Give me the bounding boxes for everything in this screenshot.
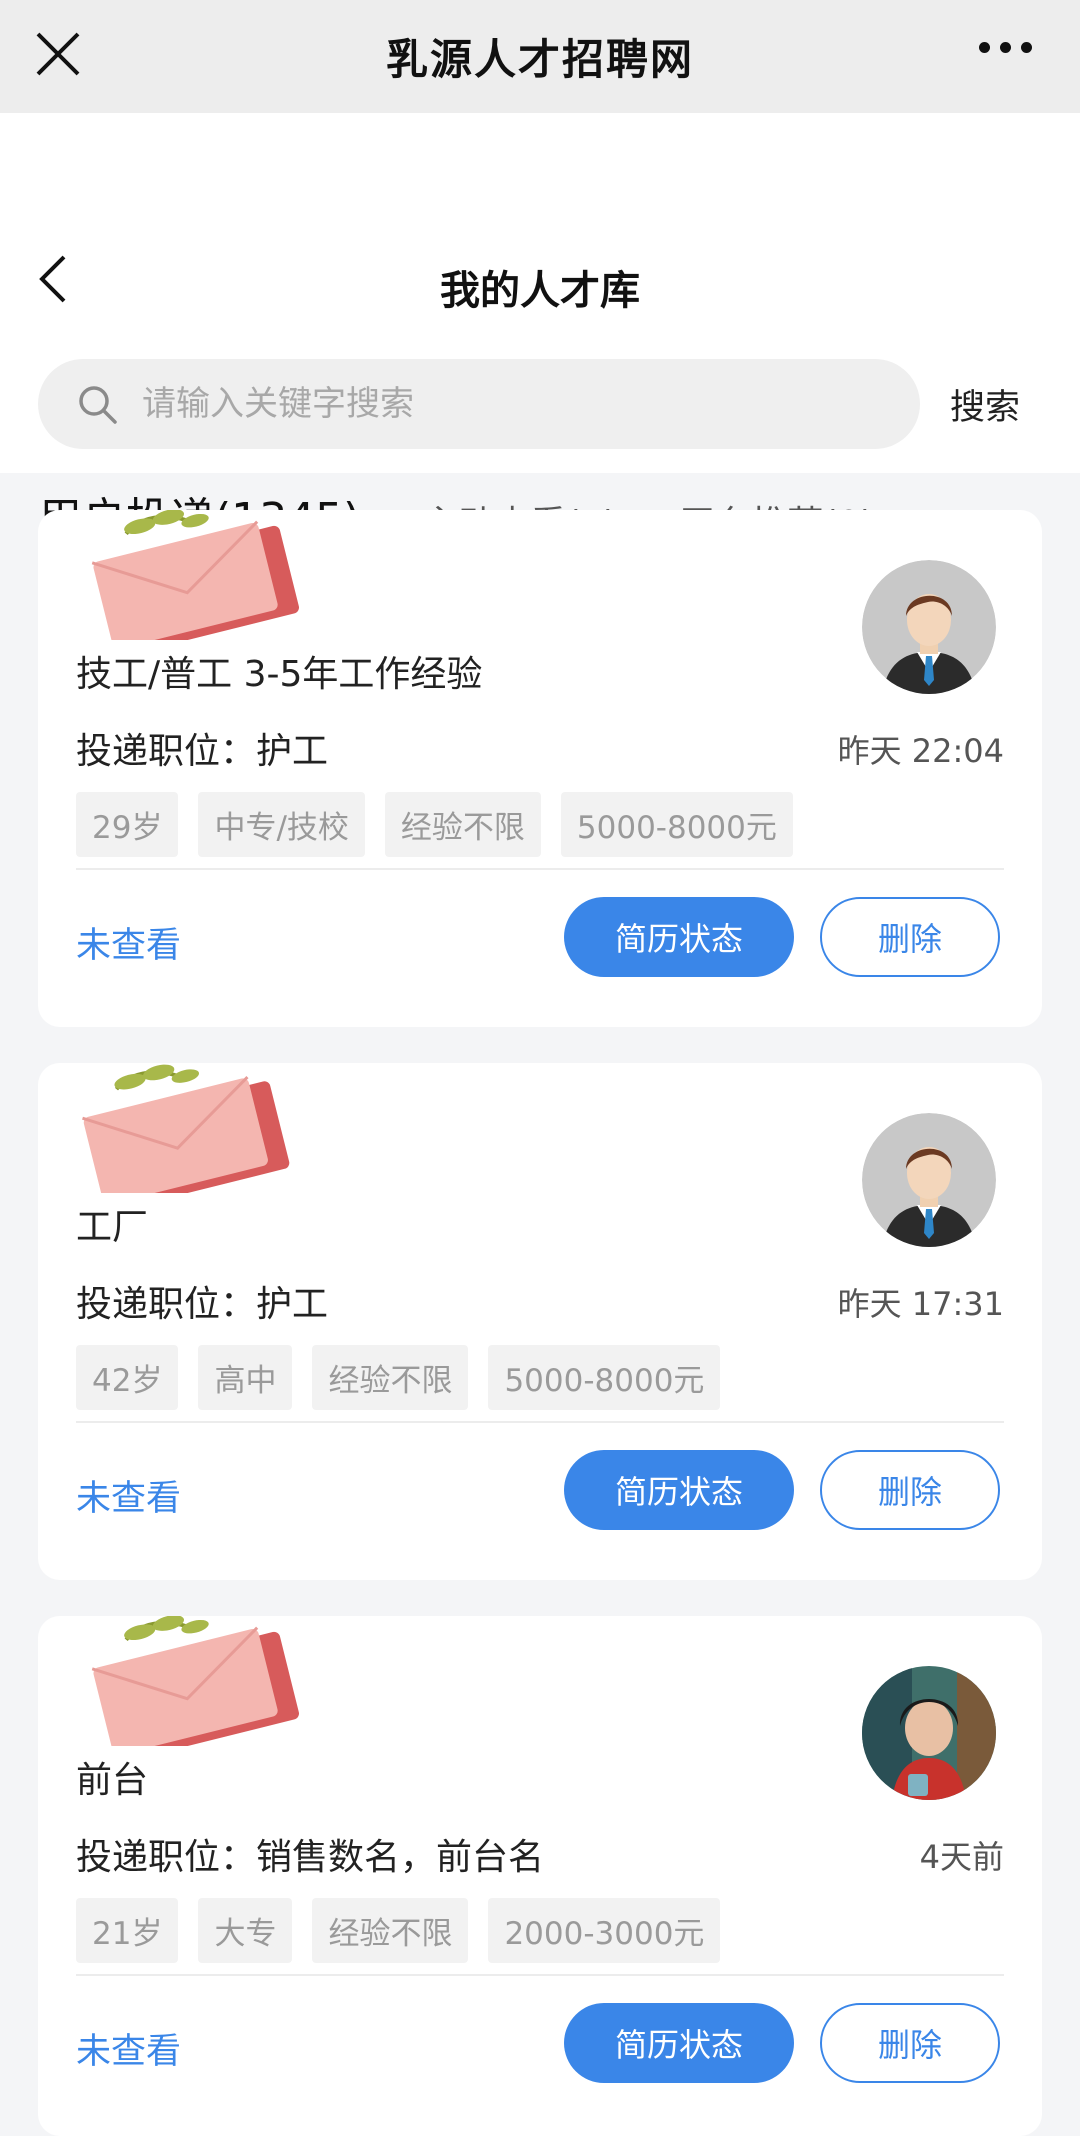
tag-list: 42岁 高中 经验不限 5000-8000元: [76, 1345, 721, 1410]
tag-age: 42岁: [76, 1345, 179, 1410]
divider: [76, 1974, 1004, 1976]
resume-status-button[interactable]: 简历状态: [564, 1450, 794, 1530]
tag-experience: 经验不限: [312, 1898, 469, 1963]
resume-status-button[interactable]: 简历状态: [564, 2003, 794, 2083]
candidate-headline: 前台: [76, 1760, 149, 1801]
delete-button[interactable]: 删除: [820, 2003, 1000, 2083]
tag-age: 29岁: [76, 792, 179, 857]
view-status: 未查看: [76, 2032, 182, 2072]
tag-education: 大专: [198, 1898, 293, 1963]
applied-position: 投递职位：护工: [76, 1284, 329, 1325]
tag-salary: 5000-8000元: [488, 1345, 721, 1410]
close-icon[interactable]: [30, 26, 86, 82]
divider: [76, 1421, 1004, 1423]
submit-time: 昨天 17:31: [837, 1285, 1004, 1323]
candidate-headline: 工厂: [76, 1207, 149, 1248]
tag-list: 21岁 大专 经验不限 2000-3000元: [76, 1898, 721, 1963]
wechat-topbar: 乳源人才招聘网: [0, 0, 1080, 113]
avatar-photo[interactable]: [862, 1666, 996, 1800]
search-button[interactable]: 搜索: [950, 379, 1020, 430]
submit-time: 昨天 22:04: [837, 732, 1004, 770]
tag-list: 29岁 中专/技校 经验不限 5000-8000元: [76, 792, 793, 857]
delete-button[interactable]: 删除: [820, 897, 1000, 977]
tag-education: 中专/技校: [198, 792, 365, 857]
delete-button[interactable]: 删除: [820, 1450, 1000, 1530]
envelope-icon: [91, 510, 299, 640]
page-title: 我的人才库: [440, 268, 640, 314]
view-status: 未查看: [76, 926, 182, 966]
search-icon: [79, 386, 117, 424]
tag-experience: 经验不限: [384, 792, 541, 857]
avatar[interactable]: [862, 560, 996, 694]
candidate-card[interactable]: 技工/普工 3-5年工作经验 投递职位：护工 昨天 22:04 29岁 中专/技…: [38, 510, 1042, 1027]
search-input[interactable]: [140, 383, 920, 425]
applied-position: 投递职位：销售数名，前台名: [76, 1837, 545, 1878]
search-box[interactable]: [38, 359, 920, 449]
tag-experience: 经验不限: [312, 1345, 469, 1410]
resume-status-button[interactable]: 简历状态: [564, 897, 794, 977]
candidate-card[interactable]: 工厂 投递职位：护工 昨天 17:31 42岁 高中 经验不限 5000-800…: [38, 1063, 1042, 1580]
tag-salary: 2000-3000元: [488, 1898, 721, 1963]
candidate-card[interactable]: 前台 投递职位：销售数名，前台名 4天前 21岁 大专 经验不限 2000-30…: [38, 1616, 1042, 2136]
tag-age: 21岁: [76, 1898, 179, 1963]
tag-education: 高中: [198, 1345, 293, 1410]
page-header: 我的人才库 搜索 用户投递(1345) 主动查看(7) 平台推荐(0): [0, 113, 1080, 577]
tag-salary: 5000-8000元: [560, 792, 793, 857]
submit-time: 4天前: [919, 1838, 1004, 1876]
divider: [76, 868, 1004, 870]
search-row: 搜索: [38, 359, 1050, 449]
applied-position: 投递职位：护工: [76, 731, 329, 772]
candidate-headline: 技工/普工 3-5年工作经验: [76, 654, 483, 695]
envelope-icon: [82, 1064, 290, 1193]
app-title: 乳源人才招聘网: [385, 35, 694, 84]
envelope-icon: [91, 1616, 299, 1746]
view-status: 未查看: [76, 1479, 182, 1519]
more-icon[interactable]: [979, 42, 1032, 53]
avatar[interactable]: [862, 1113, 996, 1247]
